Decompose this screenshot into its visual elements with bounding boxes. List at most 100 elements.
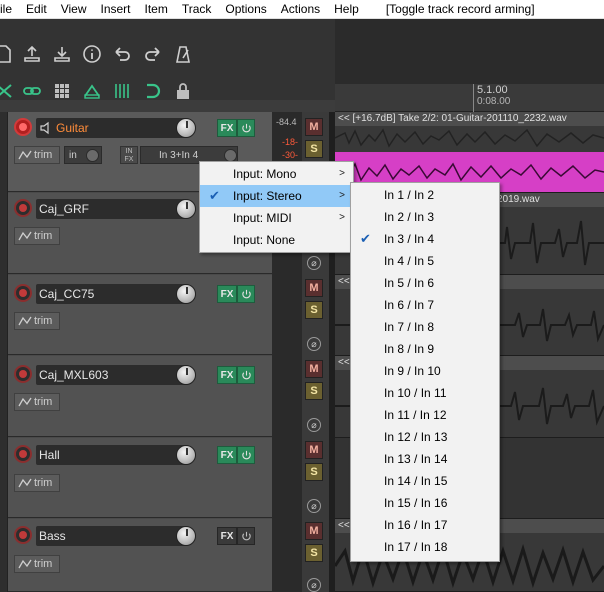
- menu-item-in15-in16[interactable]: In 15 / In 16: [351, 492, 499, 514]
- menu-item-in17-in18[interactable]: In 17 / In 18: [351, 536, 499, 558]
- track-name-box[interactable]: Caj_MXL603: [36, 365, 186, 385]
- record-arm-button[interactable]: [14, 118, 32, 136]
- menu-item-in2-in3[interactable]: In 2 / In 3: [351, 206, 499, 228]
- trim-button[interactable]: trim: [14, 312, 60, 330]
- menu-file[interactable]: ile: [0, 0, 19, 19]
- menu-item-in6-in7[interactable]: In 6 / In 7: [351, 294, 499, 316]
- record-arm-button[interactable]: [14, 284, 32, 302]
- menu-item-input-mono[interactable]: Input: Mono >: [200, 163, 353, 185]
- volume-knob[interactable]: [176, 199, 196, 219]
- fx-button[interactable]: FX: [217, 119, 237, 137]
- fx-bypass-button[interactable]: [237, 119, 255, 137]
- trim-button[interactable]: trim: [14, 555, 60, 573]
- fx-button[interactable]: FX: [217, 446, 237, 464]
- track-name-box[interactable]: Bass: [36, 526, 186, 546]
- solo-button[interactable]: S: [305, 382, 323, 400]
- menu-options[interactable]: Options: [218, 0, 273, 19]
- undo-icon[interactable]: [110, 42, 134, 66]
- grid-icon[interactable]: [50, 79, 74, 103]
- track-name-box[interactable]: Guitar: [36, 118, 186, 138]
- ripple-icon[interactable]: [0, 79, 16, 103]
- media-item-guitar[interactable]: << [+16.7dB] Take 2/2: 01-Guitar-201110_…: [335, 112, 604, 193]
- fx-bypass-button[interactable]: [237, 285, 255, 303]
- track-name-box[interactable]: Caj_CC75: [36, 284, 186, 304]
- fx-bypass-button[interactable]: [237, 446, 255, 464]
- phase-invert-icon[interactable]: ⌀: [307, 499, 321, 513]
- menu-item-in8-in9[interactable]: In 8 / In 9: [351, 338, 499, 360]
- menu-insert[interactable]: Insert: [94, 0, 138, 19]
- mute-button[interactable]: M: [305, 522, 323, 540]
- menu-item-in16-in17[interactable]: In 16 / In 17: [351, 514, 499, 536]
- menu-track[interactable]: Track: [175, 0, 219, 19]
- trim-button[interactable]: trim: [14, 146, 60, 164]
- track-hall[interactable]: Hall FX trim: [8, 438, 272, 518]
- volume-knob[interactable]: [176, 526, 196, 546]
- menu-edit[interactable]: Edit: [19, 0, 54, 19]
- record-arm-button[interactable]: [14, 199, 32, 217]
- info-icon[interactable]: [80, 42, 104, 66]
- phase-invert-icon[interactable]: ⌀: [307, 578, 321, 592]
- menu-item-input-stereo[interactable]: ✔ Input: Stereo >: [200, 185, 353, 207]
- record-arm-button[interactable]: [14, 365, 32, 383]
- volume-knob[interactable]: [176, 118, 196, 138]
- menu-help[interactable]: Help: [327, 0, 366, 19]
- menu-item-in10-in11[interactable]: In 10 / In 11: [351, 382, 499, 404]
- fx-bypass-button[interactable]: [237, 366, 255, 384]
- download-icon[interactable]: [50, 42, 74, 66]
- menu-view[interactable]: View: [54, 0, 94, 19]
- menu-item-in12-in13[interactable]: In 12 / In 13: [351, 426, 499, 448]
- mute-button[interactable]: M: [305, 118, 323, 136]
- menu-item-in3-in4[interactable]: ✔ In 3 / In 4: [351, 228, 499, 250]
- track-name-box[interactable]: Caj_GRF: [36, 199, 186, 219]
- fx-button[interactable]: FX: [217, 527, 237, 545]
- link-icon[interactable]: [20, 79, 44, 103]
- redo-icon[interactable]: [141, 42, 165, 66]
- volume-knob[interactable]: [176, 365, 196, 385]
- mute-button[interactable]: M: [305, 360, 323, 378]
- menu-actions[interactable]: Actions: [274, 0, 327, 19]
- mute-button[interactable]: M: [305, 441, 323, 459]
- fx-bypass-button[interactable]: [237, 527, 255, 545]
- snap-magnet-icon[interactable]: [141, 79, 165, 103]
- volume-knob[interactable]: [176, 445, 196, 465]
- trim-button[interactable]: trim: [14, 474, 60, 492]
- phase-invert-icon[interactable]: ⌀: [307, 418, 321, 432]
- menu-item-in11-in12[interactable]: In 11 / In 12: [351, 404, 499, 426]
- mute-button[interactable]: M: [305, 279, 323, 297]
- record-arm-button[interactable]: [14, 526, 32, 544]
- solo-button[interactable]: S: [305, 301, 323, 319]
- track-name-box[interactable]: Hall: [36, 445, 186, 465]
- menu-item-input-midi[interactable]: Input: MIDI >: [200, 207, 353, 229]
- menu-item[interactable]: Item: [138, 0, 175, 19]
- menu-item-in9-in10[interactable]: In 9 / In 10: [351, 360, 499, 382]
- track-caj-mxl603[interactable]: Caj_MXL603 FX trim: [8, 356, 272, 437]
- trim-button[interactable]: trim: [14, 227, 60, 245]
- solo-button[interactable]: S: [305, 544, 323, 562]
- lock-icon[interactable]: [171, 79, 195, 103]
- trim-button[interactable]: trim: [14, 393, 60, 411]
- fx-button[interactable]: FX: [217, 285, 237, 303]
- record-arm-button[interactable]: [14, 445, 32, 463]
- phase-invert-icon[interactable]: ⌀: [307, 256, 321, 270]
- solo-button[interactable]: S: [305, 463, 323, 481]
- envelope-link-icon[interactable]: [80, 79, 104, 103]
- menu-item-in13-in14[interactable]: In 13 / In 14: [351, 448, 499, 470]
- menu-item-in1-in2[interactable]: In 1 / In 2: [351, 184, 499, 206]
- menu-item-in5-in6[interactable]: In 5 / In 6: [351, 272, 499, 294]
- menu-item-in14-in15[interactable]: In 14 / In 15: [351, 470, 499, 492]
- snap-grid-icon[interactable]: [110, 79, 134, 103]
- upload-icon[interactable]: [20, 42, 44, 66]
- metronome-icon[interactable]: [171, 42, 195, 66]
- track-caj-cc75[interactable]: Caj_CC75 FX trim: [8, 275, 272, 355]
- volume-knob[interactable]: [176, 284, 196, 304]
- menu-item-in7-in8[interactable]: In 7 / In 8: [351, 316, 499, 338]
- track-bass[interactable]: Bass FX trim: [8, 519, 272, 592]
- phase-invert-icon[interactable]: ⌀: [307, 337, 321, 351]
- menu-item-input-none[interactable]: Input: None: [200, 229, 353, 251]
- input-fx-button[interactable]: IN FX: [120, 146, 138, 164]
- fx-button[interactable]: FX: [217, 366, 237, 384]
- menu-item-in4-in5[interactable]: In 4 / In 5: [351, 250, 499, 272]
- solo-button[interactable]: S: [305, 140, 323, 158]
- timeline-ruler[interactable]: 5.1.00 0:08.00: [335, 84, 604, 112]
- new-file-icon[interactable]: [0, 42, 16, 66]
